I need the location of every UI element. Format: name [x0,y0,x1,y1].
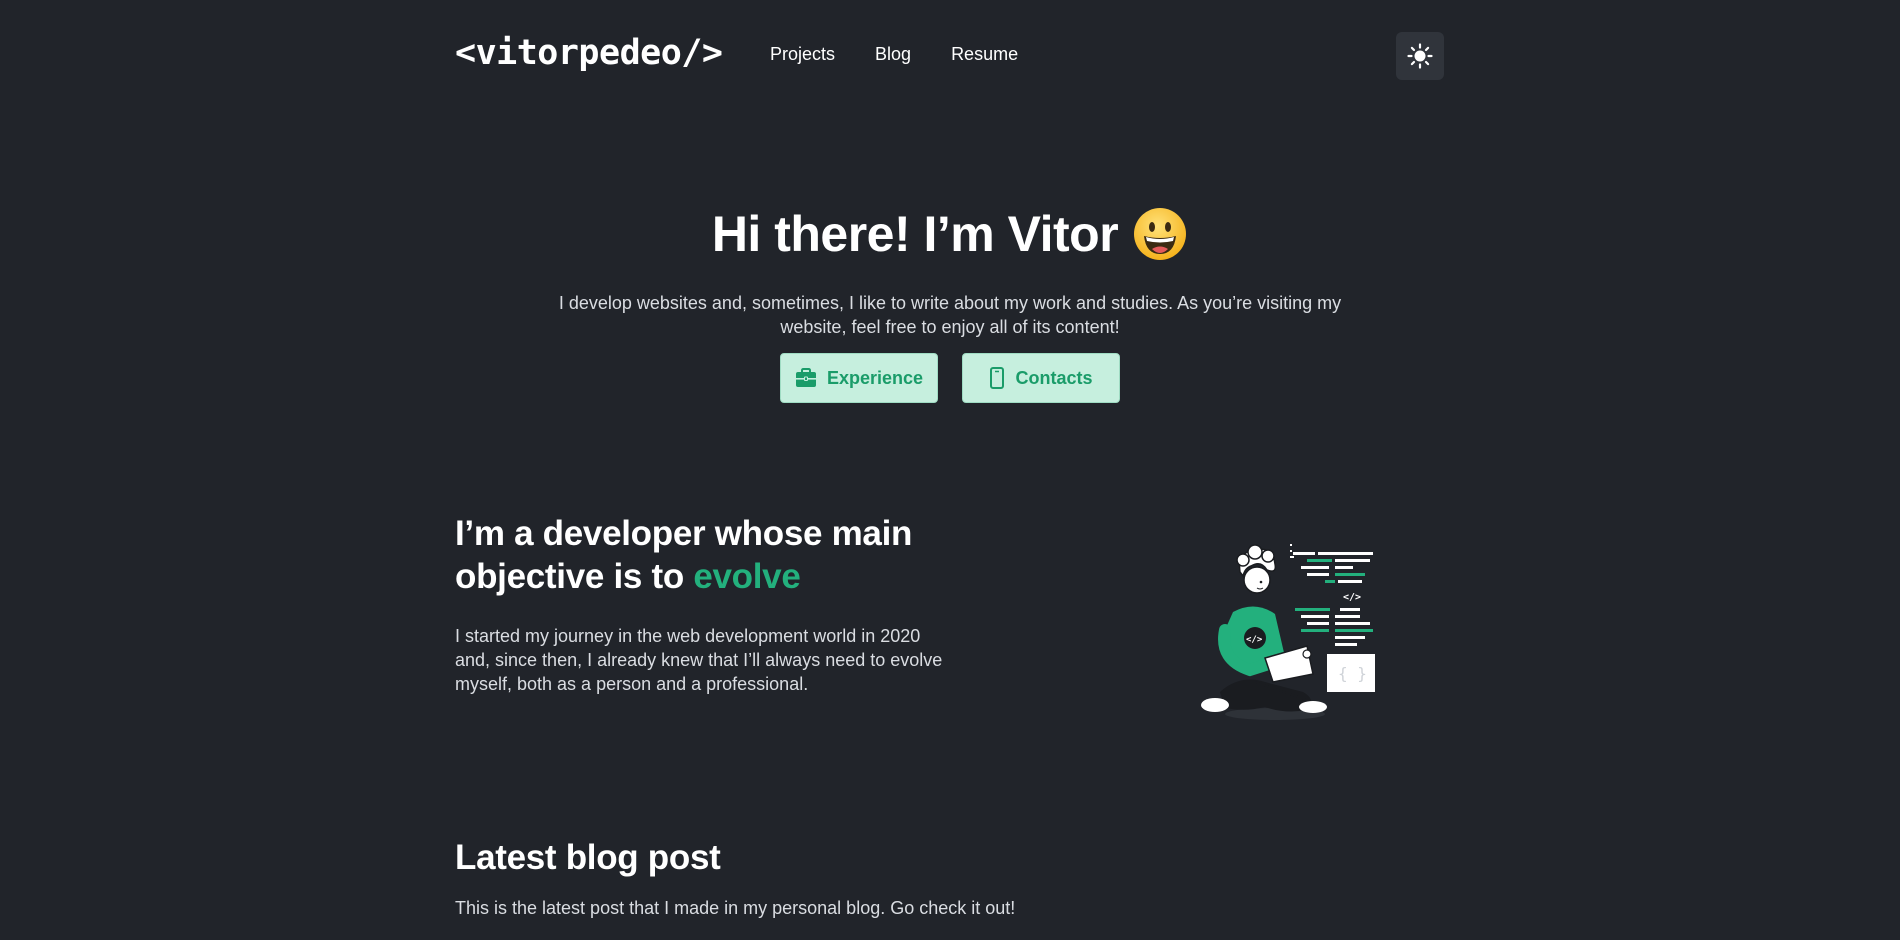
hero-buttons: Experience Contacts [0,353,1900,403]
developer-figure: </> [1201,544,1327,720]
nav-link-blog[interactable]: Blog [875,44,911,65]
developer-illustration: </> { } </> [1201,544,1375,720]
code-lines: </> [1290,544,1373,646]
latest-post-description: This is the latest post that I made in m… [455,898,1016,918]
site-logo[interactable]: <vitorpedeo/> [455,33,723,73]
illustration-code-tag: </> [1343,592,1361,603]
experience-button-label: Experience [826,367,924,388]
experience-button[interactable]: Experience [780,353,938,403]
about-section: I’m a developer whose main objective is … [455,512,1445,732]
grinning-face-icon [1134,208,1187,260]
hero-greeting: Hi there! I’m Vitor [711,206,1119,262]
hero-section: Hi there! I’m Vitor I develop websites a… [0,205,1900,403]
latest-post-section: Latest blog post This is the latest post… [455,838,1445,919]
theme-toggle-button[interactable] [1396,32,1444,80]
svg-text:{ }: { } [1338,664,1367,683]
hero-title: Hi there! I’m Vitor [712,205,1188,263]
contacts-button[interactable]: Contacts [962,353,1120,403]
smartphone-icon [990,367,1005,389]
braces-box: { } [1327,654,1375,692]
briefcase-icon [795,368,816,387]
latest-post-title: Latest blog post [455,838,721,877]
about-heading: I’m a developer whose main objective is … [455,512,975,598]
main-nav: Projects Blog Resume [770,44,1018,65]
site-header: <vitorpedeo/> Projects Blog Resume [455,30,1445,82]
contacts-button-label: Contacts [1015,367,1093,388]
about-heading-text: I’m a developer whose main objective is … [455,514,913,596]
sun-icon [1407,43,1433,69]
about-body: I started my journey in the web developm… [455,626,943,694]
hero-description: I develop websites and, sometimes, I lik… [558,293,1342,337]
nav-link-projects[interactable]: Projects [770,44,835,65]
nav-link-resume[interactable]: Resume [951,44,1018,65]
about-heading-accent: evolve [693,557,801,596]
svg-text:</>: </> [1246,635,1263,645]
